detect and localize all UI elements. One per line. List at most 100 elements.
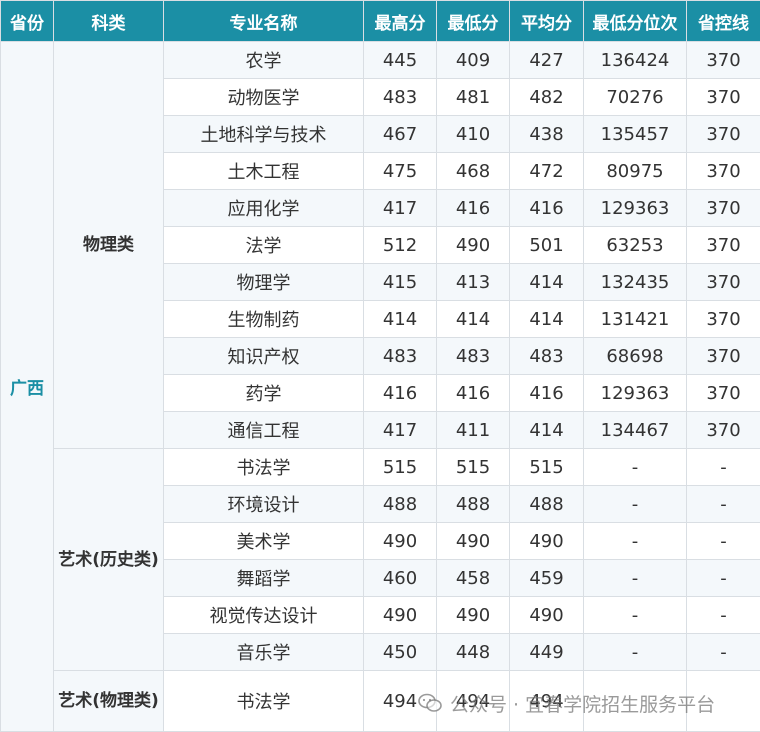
min-score-cell: 409 — [436, 41, 510, 79]
header-min-rank: 最低分位次 — [583, 0, 687, 42]
major-cell: 动物医学 — [163, 78, 364, 116]
major-cell: 法学 — [163, 226, 364, 264]
avg-score-cell: 459 — [509, 559, 584, 597]
control-line-cell: 370 — [686, 78, 760, 116]
min-score-cell: 458 — [436, 559, 510, 597]
min-score-cell: 416 — [436, 374, 510, 412]
avg-score-cell: 449 — [509, 633, 584, 671]
min-score-cell: 488 — [436, 485, 510, 523]
min-rank-cell: - — [583, 596, 687, 634]
control-line-cell: 370 — [686, 337, 760, 375]
min-score-cell: 416 — [436, 189, 510, 227]
control-line-cell: 370 — [686, 189, 760, 227]
avg-score-cell: 414 — [509, 263, 584, 301]
min-rank-cell: 136424 — [583, 41, 687, 79]
min-rank-cell: - — [583, 485, 687, 523]
control-line-cell: 370 — [686, 41, 760, 79]
control-line-cell: 370 — [686, 226, 760, 264]
min-score-cell: 490 — [436, 596, 510, 634]
max-score-cell: 488 — [363, 485, 437, 523]
min-score-cell: 411 — [436, 411, 510, 449]
header-row: 省份 科类 专业名称 最高分 最低分 平均分 最低分位次 省控线 — [0, 0, 760, 42]
major-cell: 土地科学与技术 — [163, 115, 364, 153]
header-min-score: 最低分 — [436, 0, 510, 42]
max-score-cell: 483 — [363, 337, 437, 375]
min-rank-cell: 129363 — [583, 189, 687, 227]
min-rank-cell: 129363 — [583, 374, 687, 412]
min-rank-cell: 68698 — [583, 337, 687, 375]
max-score-cell: 512 — [363, 226, 437, 264]
min-rank-cell: 135457 — [583, 115, 687, 153]
min-rank-cell: 63253 — [583, 226, 687, 264]
avg-score-cell: 490 — [509, 596, 584, 634]
max-score-cell: 416 — [363, 374, 437, 412]
header-max-score: 最高分 — [363, 0, 437, 42]
max-score-cell: 467 — [363, 115, 437, 153]
header-avg-score: 平均分 — [509, 0, 584, 42]
max-score-cell: 475 — [363, 152, 437, 190]
major-cell: 知识产权 — [163, 337, 364, 375]
min-score-cell: 448 — [436, 633, 510, 671]
header-category: 科类 — [53, 0, 164, 42]
avg-score-cell: 416 — [509, 189, 584, 227]
min-score-cell: 410 — [436, 115, 510, 153]
avg-score-cell: 483 — [509, 337, 584, 375]
control-line-cell: - — [686, 448, 760, 486]
major-cell: 环境设计 — [163, 485, 364, 523]
avg-score-cell: 472 — [509, 152, 584, 190]
min-rank-cell: 80975 — [583, 152, 687, 190]
table-row: 广西 物理类 农学 445 409 427 136424 370 — [0, 41, 760, 732]
min-score-cell: 515 — [436, 448, 510, 486]
control-line-cell: 370 — [686, 300, 760, 338]
min-rank-cell: - — [583, 448, 687, 486]
min-score-cell: 490 — [436, 522, 510, 560]
avg-score-cell: 414 — [509, 300, 584, 338]
major-cell: 书法学 — [163, 448, 364, 486]
min-score-cell: 468 — [436, 152, 510, 190]
major-cell: 通信工程 — [163, 411, 364, 449]
wechat-icon — [418, 693, 442, 712]
max-score-cell: 460 — [363, 559, 437, 597]
avg-score-cell: 416 — [509, 374, 584, 412]
major-cell: 舞蹈学 — [163, 559, 364, 597]
header-control-line: 省控线 — [686, 0, 760, 42]
max-score-cell: 490 — [363, 596, 437, 634]
province-cell: 广西 — [0, 41, 54, 732]
control-line-cell: - — [686, 633, 760, 671]
min-rank-cell: 131421 — [583, 300, 687, 338]
control-line-cell: - — [686, 522, 760, 560]
control-line-cell: 370 — [686, 115, 760, 153]
max-score-cell: 450 — [363, 633, 437, 671]
min-rank-cell: 132435 — [583, 263, 687, 301]
max-score-cell: 414 — [363, 300, 437, 338]
max-score-cell: 445 — [363, 41, 437, 79]
header-major: 专业名称 — [163, 0, 364, 42]
control-line-cell: 370 — [686, 152, 760, 190]
control-line-cell: 370 — [686, 374, 760, 412]
min-score-cell: 481 — [436, 78, 510, 116]
major-cell: 美术学 — [163, 522, 364, 560]
avg-score-cell: 515 — [509, 448, 584, 486]
major-cell: 药学 — [163, 374, 364, 412]
avg-score-cell: 490 — [509, 522, 584, 560]
avg-score-cell: 427 — [509, 41, 584, 79]
min-rank-cell: 70276 — [583, 78, 687, 116]
major-cell: 视觉传达设计 — [163, 596, 364, 634]
watermark: 公众号 · 宜春学院招生服务平台 — [418, 688, 715, 718]
control-line-cell: - — [686, 485, 760, 523]
max-score-cell: 483 — [363, 78, 437, 116]
avg-score-cell: 438 — [509, 115, 584, 153]
control-line-cell: 370 — [686, 411, 760, 449]
min-rank-cell: - — [583, 522, 687, 560]
min-score-cell: 483 — [436, 337, 510, 375]
max-score-cell: 515 — [363, 448, 437, 486]
max-score-cell: 417 — [363, 411, 437, 449]
max-score-cell: 417 — [363, 189, 437, 227]
category-cell: 艺术(历史类) — [53, 448, 164, 671]
min-rank-cell: - — [583, 633, 687, 671]
control-line-cell: 370 — [686, 263, 760, 301]
min-score-cell: 490 — [436, 226, 510, 264]
major-cell: 物理学 — [163, 263, 364, 301]
control-line-cell: - — [686, 559, 760, 597]
major-cell: 音乐学 — [163, 633, 364, 671]
